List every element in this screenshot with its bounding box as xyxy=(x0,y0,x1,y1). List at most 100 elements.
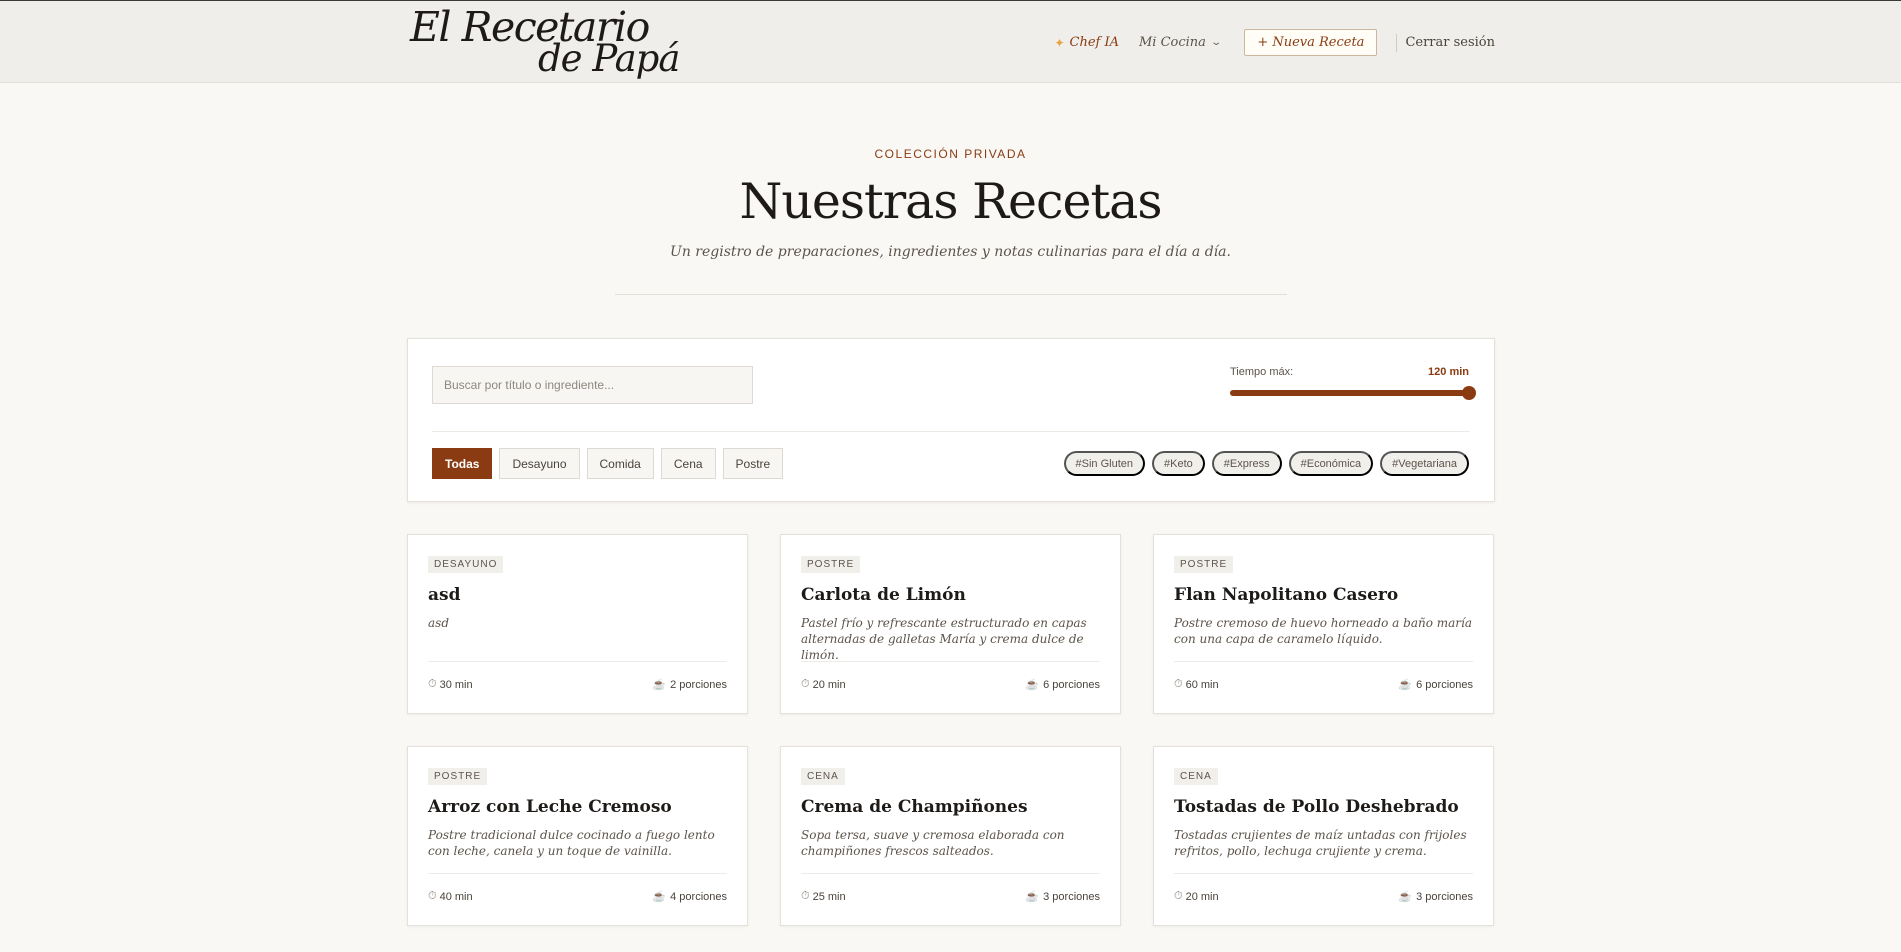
recipe-title[interactable]: Arroz con Leche Cremoso xyxy=(428,797,672,817)
max-time-value: 120 min xyxy=(1428,366,1469,378)
recipe-time-value: 25 min xyxy=(812,890,846,903)
logo-line-2: de Papá xyxy=(538,37,680,80)
recipe-card[interactable]: CENA Tostadas de Pollo Deshebrado Tostad… xyxy=(1153,746,1494,926)
tag-vegetariana[interactable]: #Vegetariana xyxy=(1380,451,1469,476)
sparkle-icon: ✦ xyxy=(1054,35,1065,50)
recipe-time: ⏱ 25 min xyxy=(801,890,846,903)
hero-divider xyxy=(614,294,1287,295)
recipe-description: asd xyxy=(428,616,449,630)
dish-icon: ☕ xyxy=(1398,679,1413,691)
search-input[interactable] xyxy=(432,366,753,404)
recipe-title[interactable]: Flan Napolitano Casero xyxy=(1174,585,1398,605)
recipe-servings-value: 2 porciones xyxy=(670,678,727,691)
recipe-card[interactable]: POSTRE Carlota de Limón Pastel frío y re… xyxy=(780,534,1121,714)
recipe-category-badge: CENA xyxy=(801,768,845,785)
filters-divider xyxy=(432,431,1470,432)
recipe-category-badge: CENA xyxy=(1174,768,1218,785)
site-logo[interactable]: El Recetario de Papá xyxy=(410,7,680,80)
new-recipe-button[interactable]: + Nueva Receta xyxy=(1244,29,1378,56)
category-desayuno[interactable]: Desayuno xyxy=(499,448,580,479)
tag-economica[interactable]: #Económica xyxy=(1288,451,1374,476)
recipe-grid: DESAYUNO asd asd ⏱ 30 min ☕ 2 porciones PO… xyxy=(407,534,1494,926)
card-divider xyxy=(428,873,727,874)
recipe-servings-value: 6 porciones xyxy=(1416,678,1473,691)
dish-icon: ☕ xyxy=(652,679,667,691)
recipe-time-value: 20 min xyxy=(1185,890,1219,903)
recipe-category-badge: POSTRE xyxy=(428,768,488,785)
recipe-description: Tostadas crujientes de maíz untadas con … xyxy=(1174,828,1467,858)
top-navbar: El Recetario de Papá ✦ Chef IA Mi Cocina… xyxy=(0,0,1901,83)
recipe-description: Postre tradicional dulce cocinado a fueg… xyxy=(428,828,715,858)
category-postre[interactable]: Postre xyxy=(722,448,784,479)
slider-handle[interactable] xyxy=(1462,386,1476,400)
stopwatch-icon: ⏱ xyxy=(428,678,437,690)
recipe-servings: ☕ 3 porciones xyxy=(1398,890,1473,904)
tag-filters: #Sin Gluten #Keto #Express #Económica #V… xyxy=(1063,451,1469,476)
category-filters: Todas Desayuno Comida Cena Postre xyxy=(432,448,784,479)
stopwatch-icon: ⏱ xyxy=(428,890,437,902)
recipe-servings-value: 3 porciones xyxy=(1416,890,1473,903)
logout-link[interactable]: Cerrar sesión xyxy=(1405,35,1495,50)
recipe-card[interactable]: DESAYUNO asd asd ⏱ 30 min ☕ 2 porciones xyxy=(407,534,748,714)
page-title: Nuestras Recetas xyxy=(739,173,1162,230)
recipe-category-badge: DESAYUNO xyxy=(428,556,504,573)
recipe-servings: ☕ 6 porciones xyxy=(1025,678,1100,692)
tag-sin-gluten[interactable]: #Sin Gluten xyxy=(1063,451,1145,476)
nav-divider xyxy=(1396,33,1398,52)
recipe-title[interactable]: asd xyxy=(428,585,460,605)
recipe-servings: ☕ 6 porciones xyxy=(1398,678,1473,692)
max-time-slider[interactable] xyxy=(1230,386,1476,400)
card-divider xyxy=(801,661,1100,662)
recipe-title[interactable]: Carlota de Limón xyxy=(801,585,966,605)
card-divider xyxy=(428,661,727,662)
page-subtitle: Un registro de preparaciones, ingredient… xyxy=(670,244,1231,260)
recipe-time-value: 40 min xyxy=(439,890,473,903)
recipe-servings-value: 6 porciones xyxy=(1043,678,1100,691)
hero-eyebrow: COLECCIÓN PRIVADA xyxy=(874,147,1027,161)
nav-mi-cocina-dropdown[interactable]: Mi Cocina ⌄ xyxy=(1138,35,1222,50)
dish-icon: ☕ xyxy=(1025,679,1040,691)
recipe-description: Postre cremoso de huevo horneado a baño … xyxy=(1174,616,1473,646)
category-cena[interactable]: Cena xyxy=(660,448,716,479)
recipe-time: ⏱ 30 min xyxy=(428,678,473,691)
nav-mi-cocina-label: Mi Cocina xyxy=(1138,35,1206,50)
recipe-time-value: 30 min xyxy=(439,678,473,691)
recipe-time: ⏱ 20 min xyxy=(1174,890,1219,903)
recipe-servings-value: 3 porciones xyxy=(1043,890,1100,903)
recipe-time: ⏱ 40 min xyxy=(428,890,473,903)
category-todas[interactable]: Todas xyxy=(432,448,493,479)
card-divider xyxy=(801,873,1100,874)
stopwatch-icon: ⏱ xyxy=(801,678,810,690)
dish-icon: ☕ xyxy=(652,891,667,903)
recipe-servings: ☕ 3 porciones xyxy=(1025,890,1100,904)
recipe-description: Pastel frío y refrescante estructurado e… xyxy=(801,616,1087,662)
recipe-title[interactable]: Crema de Champiñones xyxy=(801,797,1028,817)
card-divider xyxy=(1174,661,1473,662)
nav-chef-ia-link[interactable]: ✦ Chef IA xyxy=(1054,35,1119,50)
recipe-card[interactable]: CENA Crema de Champiñones Sopa tersa, su… xyxy=(780,746,1121,926)
recipe-title[interactable]: Tostadas de Pollo Deshebrado xyxy=(1174,797,1459,817)
recipe-servings-value: 4 porciones xyxy=(670,890,727,903)
recipe-time-value: 60 min xyxy=(1185,678,1219,691)
stopwatch-icon: ⏱ xyxy=(801,890,810,902)
nav-chef-ia-label: Chef IA xyxy=(1069,35,1119,50)
category-comida[interactable]: Comida xyxy=(586,448,654,479)
card-divider xyxy=(1174,873,1473,874)
tag-express[interactable]: #Express xyxy=(1211,451,1282,476)
hero-section: COLECCIÓN PRIVADA Nuestras Recetas Un re… xyxy=(0,147,1901,295)
main-nav: ✦ Chef IA Mi Cocina ⌄ + Nueva Receta Cer… xyxy=(1054,29,1495,56)
recipe-card[interactable]: POSTRE Flan Napolitano Casero Postre cre… xyxy=(1153,534,1494,714)
recipe-description: Sopa tersa, suave y cremosa elaborada co… xyxy=(801,828,1065,858)
recipe-time: ⏱ 60 min xyxy=(1174,678,1219,691)
recipe-servings: ☕ 2 porciones xyxy=(652,678,727,692)
recipe-time-value: 20 min xyxy=(812,678,846,691)
recipe-servings: ☕ 4 porciones xyxy=(652,890,727,904)
recipe-card[interactable]: POSTRE Arroz con Leche Cremoso Postre tr… xyxy=(407,746,748,926)
recipe-time: ⏱ 20 min xyxy=(801,678,846,691)
max-time-label: Tiempo máx: xyxy=(1230,366,1294,378)
tag-keto[interactable]: #Keto xyxy=(1152,451,1205,476)
stopwatch-icon: ⏱ xyxy=(1174,890,1183,902)
stopwatch-icon: ⏱ xyxy=(1174,678,1183,690)
chevron-down-icon: ⌄ xyxy=(1210,37,1222,48)
recipe-category-badge: POSTRE xyxy=(801,556,861,573)
